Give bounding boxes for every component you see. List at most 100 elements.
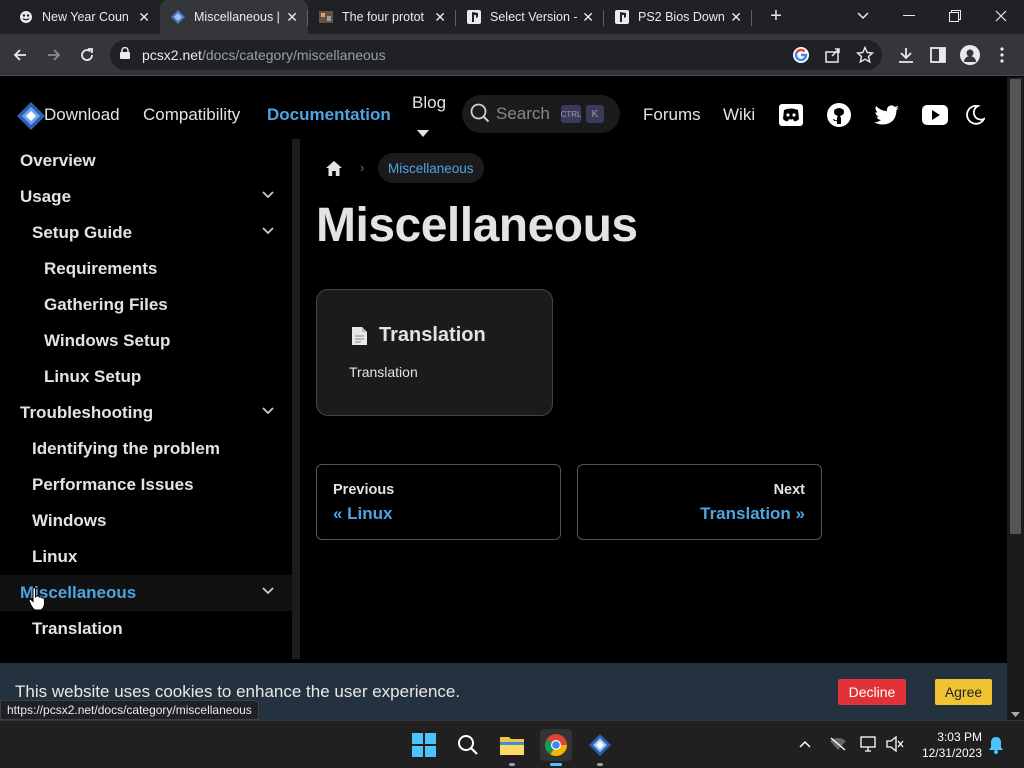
moon-icon[interactable] — [965, 104, 987, 130]
restore-window-button[interactable] — [932, 0, 978, 32]
forward-arrow-icon[interactable] — [42, 43, 66, 67]
reload-icon[interactable] — [75, 43, 99, 67]
sidebar-item-troubleshooting[interactable]: Troubleshooting — [0, 395, 292, 431]
sidebar-item-linux-setup[interactable]: Linux Setup — [0, 359, 292, 395]
sidebar-item-translation[interactable]: Translation — [0, 611, 292, 647]
sidebar-item-linux[interactable]: Linux — [0, 539, 292, 575]
caret-down-icon[interactable] — [417, 125, 429, 143]
breadcrumb-current: Miscellaneous — [378, 153, 484, 183]
tab-divider — [307, 10, 308, 26]
search-button[interactable]: Search CTRL K — [462, 95, 620, 133]
agree-button[interactable]: Agree — [935, 679, 992, 705]
lock-icon — [120, 46, 130, 62]
address-bar[interactable]: pcsx2.net/docs/category/miscellaneous — [110, 40, 882, 70]
pagination-next[interactable]: Next Translation » — [577, 464, 822, 540]
youtube-icon[interactable] — [922, 105, 948, 130]
sidebar-item-performance-issues[interactable]: Performance Issues — [0, 467, 292, 503]
sidebar-item-windows-setup[interactable]: Windows Setup — [0, 323, 292, 359]
status-bar-url: https://pcsx2.net/docs/category/miscella… — [0, 700, 259, 720]
nav-download[interactable]: Download — [44, 105, 120, 125]
app-running-indicator — [509, 763, 515, 766]
pcsx2-logo-icon[interactable] — [16, 101, 46, 136]
image-icon — [318, 9, 334, 25]
scrollbar-thumb[interactable] — [1010, 79, 1021, 534]
pcsx2-icon — [170, 9, 186, 25]
browser-tab-active[interactable]: Miscellaneous | ✕ — [160, 0, 308, 34]
sidebar-item-usage[interactable]: Usage — [0, 179, 292, 215]
nav-documentation[interactable]: Documentation — [267, 105, 391, 125]
side-panel-icon[interactable] — [926, 43, 950, 67]
network-icon[interactable] — [860, 736, 878, 755]
pcsx2-app-icon[interactable] — [584, 729, 616, 761]
home-icon — [326, 160, 342, 176]
file-explorer-icon[interactable] — [496, 729, 528, 761]
chevron-up-icon[interactable] — [799, 735, 811, 751]
chevron-down-icon[interactable] — [262, 405, 274, 417]
sidebar-item-setup-guide[interactable]: Setup Guide — [0, 215, 292, 251]
volume-muted-icon[interactable] — [886, 735, 904, 755]
github-icon[interactable] — [827, 103, 851, 132]
close-tab-icon[interactable]: ✕ — [730, 9, 742, 25]
page-title: Miscellaneous — [316, 199, 638, 252]
discord-icon[interactable] — [779, 104, 803, 131]
app-active-indicator — [550, 763, 562, 766]
star-icon[interactable] — [855, 45, 875, 69]
wifi-off-icon[interactable] — [829, 737, 847, 754]
browser-tab[interactable]: Select Version - ✕ — [456, 0, 604, 34]
sidebar-item-windows[interactable]: Windows — [0, 503, 292, 539]
pagination-previous[interactable]: Previous « Linux — [316, 464, 561, 540]
sidebar-item-overview[interactable]: Overview — [0, 143, 292, 179]
docs-sidebar: Overview Usage Setup Guide Requirements … — [0, 139, 300, 659]
close-tab-icon[interactable]: ✕ — [434, 9, 446, 25]
browser-tab-strip: New Year Coun ✕ Miscellaneous | ✕ The fo… — [0, 0, 1024, 34]
browser-tab[interactable]: PS2 Bios Down ✕ — [604, 0, 752, 34]
new-tab-button[interactable]: + — [754, 0, 798, 32]
share-icon[interactable] — [824, 46, 842, 69]
pager-next-label: Translation » — [700, 504, 805, 523]
profile-icon[interactable] — [958, 43, 982, 67]
chevron-down-icon[interactable] — [262, 189, 274, 201]
back-arrow-icon[interactable] — [8, 43, 32, 67]
search-icon — [470, 103, 490, 128]
close-window-button[interactable] — [978, 0, 1024, 32]
hand-cursor-icon — [28, 587, 46, 616]
download-icon[interactable] — [894, 43, 918, 67]
system-clock[interactable]: 3:03 PM 12/31/2023 — [910, 729, 982, 761]
nav-compatibility[interactable]: Compatibility — [143, 105, 240, 125]
sidebar-item-requirements[interactable]: Requirements — [0, 251, 292, 287]
tab-divider — [751, 10, 752, 26]
close-tab-icon[interactable]: ✕ — [286, 9, 298, 25]
tab-divider — [455, 10, 456, 26]
url-text: pcsx2.net/docs/category/miscellaneous — [142, 47, 386, 63]
chrome-icon[interactable] — [540, 729, 572, 761]
search-icon[interactable] — [452, 729, 484, 761]
chevron-down-icon[interactable] — [840, 0, 886, 32]
decline-button[interactable]: Decline — [838, 679, 906, 705]
google-icon[interactable] — [792, 46, 810, 69]
browser-tab[interactable]: The four protot ✕ — [308, 0, 456, 34]
kebab-menu-icon[interactable] — [990, 43, 1014, 67]
nav-blog[interactable]: Blog — [412, 93, 446, 113]
notification-bell-icon[interactable] — [988, 736, 1004, 757]
clock-date: 12/31/2023 — [921, 746, 982, 760]
breadcrumb-home[interactable] — [317, 152, 351, 184]
close-tab-icon[interactable]: ✕ — [138, 9, 150, 25]
chevron-down-icon[interactable] — [262, 225, 274, 237]
minimize-window-button[interactable] — [886, 0, 932, 32]
nav-forums[interactable]: Forums — [643, 105, 701, 125]
document-icon — [352, 326, 367, 345]
nav-wiki[interactable]: Wiki — [723, 105, 755, 125]
close-tab-icon[interactable]: ✕ — [582, 9, 594, 25]
sidebar-item-identifying-the-problem[interactable]: Identifying the problem — [0, 431, 292, 467]
sidebar-item-gathering-files[interactable]: Gathering Files — [0, 287, 292, 323]
windows-taskbar: 3:03 PM 12/31/2023 — [0, 720, 1024, 768]
browser-tab[interactable]: New Year Coun ✕ — [8, 0, 160, 34]
doc-card-translation[interactable]: Translation Translation — [316, 289, 553, 416]
chevron-down-icon[interactable] — [262, 585, 274, 597]
windows-start-icon[interactable] — [408, 729, 440, 761]
twitter-icon[interactable] — [874, 105, 900, 131]
page-scrollbar[interactable] — [1007, 77, 1024, 720]
pager-prev-sublabel: Previous — [333, 482, 395, 498]
browser-toolbar: pcsx2.net/docs/category/miscellaneous — [0, 34, 1024, 76]
search-placeholder: Search — [496, 104, 550, 123]
